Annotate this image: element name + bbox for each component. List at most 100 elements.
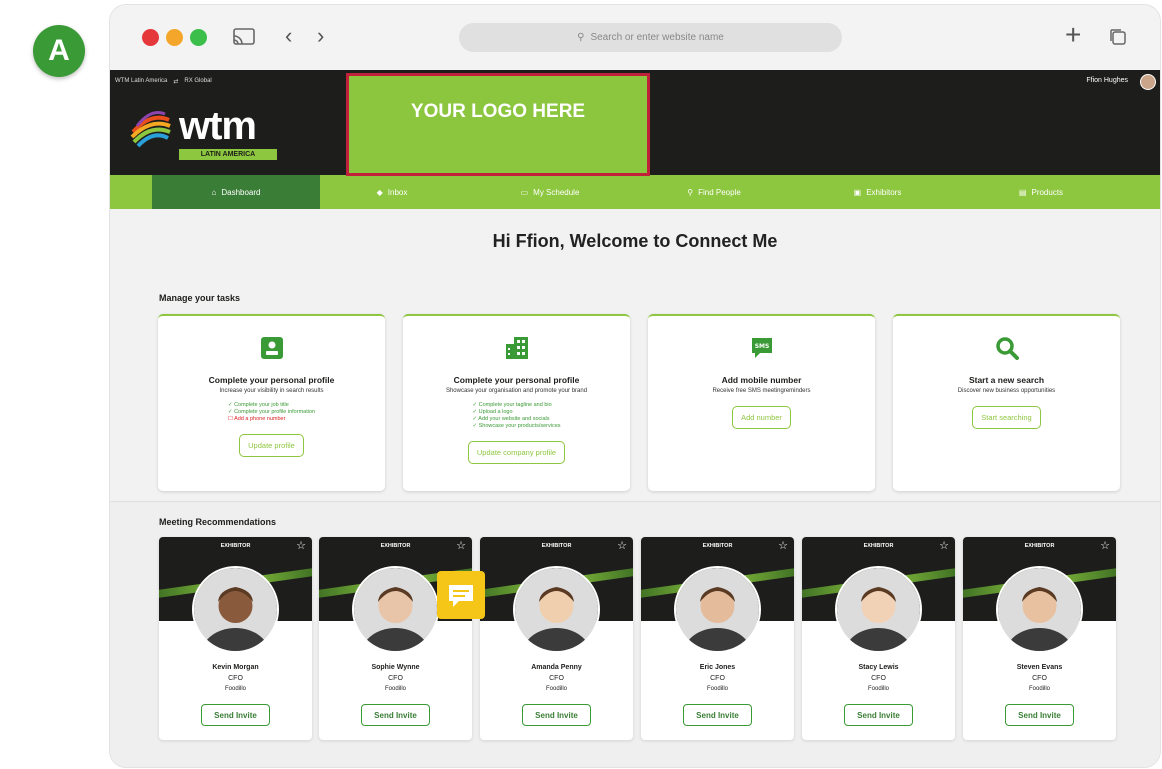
site-header: WTM Latin America ⇄ RX Global Ffion Hugh… [110, 70, 1160, 176]
nav-exhibitors[interactable]: ▣ Exhibitors [792, 175, 963, 209]
tasks-section-title: Manage your tasks [159, 293, 241, 303]
person-company: Foodillo [384, 686, 406, 692]
tabs-overview-icon[interactable] [1108, 27, 1128, 47]
nav-label: Products [1031, 187, 1064, 197]
person-card[interactable]: EXHIBITOR ☆ Amanda Penny CFO Foodillo Send In… [480, 537, 633, 740]
person-avatar-icon [837, 568, 920, 651]
person-avatar-icon [515, 568, 598, 651]
nav-inbox[interactable]: ◆ Inbox [320, 175, 464, 209]
send-invite-button[interactable]: Send Invite [1005, 704, 1074, 726]
person-photo [835, 566, 922, 653]
nav-products[interactable]: ▤ Products [963, 175, 1119, 209]
new-tab-plus-icon[interactable]: + [1065, 21, 1081, 49]
star-icon[interactable]: ☆ [296, 539, 306, 552]
send-invite-button[interactable]: Send Invite [844, 704, 913, 726]
person-role: CFO [710, 675, 725, 682]
profile-card-icon [260, 337, 283, 359]
person-card[interactable]: EXHIBITOR ☆ Kevin Morgan CFO Foodillo Send In… [159, 537, 312, 740]
search-icon: ⚲ [577, 32, 585, 43]
task-description: Receive free SMS meetingreminders [712, 388, 811, 394]
back-arrow-icon[interactable]: ‹ [285, 23, 292, 49]
person-card[interactable]: EXHIBITOR ☆ Sophie Wynne CFO Foodillo Send In… [319, 537, 472, 740]
send-invite-button[interactable]: Send Invite [201, 704, 270, 726]
person-card[interactable]: EXHIBITOR ☆ Eric Jones CFO Foodillo Send Invi… [641, 537, 794, 740]
close-window-button[interactable] [142, 29, 159, 46]
exhibitor-label: EXHIBITOR [380, 543, 411, 549]
person-role: CFO [1032, 675, 1047, 682]
magnifier-icon [995, 337, 1019, 360]
wtm-globe-icon [130, 109, 171, 148]
chat-icon: ◆ [376, 187, 383, 197]
person-name: Steven Evans [1016, 664, 1063, 671]
maximize-window-button[interactable] [190, 29, 207, 46]
person-avatar-icon [194, 568, 277, 651]
step-badge: A [33, 25, 85, 77]
nav-label: Inbox [387, 187, 408, 197]
task-description: Discover new business opportunities [957, 388, 1056, 394]
star-icon[interactable]: ☆ [939, 539, 949, 552]
person-company: Foodillo [224, 686, 246, 692]
task-card-new-search: Start a new search Discover new business… [893, 314, 1120, 491]
update-profile-button[interactable]: Update profile [239, 434, 304, 457]
star-icon[interactable]: ☆ [778, 539, 788, 552]
address-bar[interactable]: ⚲ Search or enter website name [459, 23, 842, 52]
forward-arrow-icon[interactable]: › [317, 23, 324, 49]
top-link-global[interactable]: RX Global [184, 78, 211, 85]
dashboard-content: Hi Ffion, Welcome to Connect Me Manage y… [110, 209, 1160, 767]
person-company: Foodillo [706, 686, 728, 692]
task-card-personal-profile: Complete your personal profile Increase … [158, 314, 385, 491]
wtm-logo[interactable]: wtm LATIN AMERICA [127, 104, 287, 162]
checklist-item-todo: ☐ Add a phone number [227, 416, 286, 422]
checklist-item: ✓ Upload a logo [472, 409, 513, 415]
user-avatar[interactable] [1140, 74, 1156, 90]
sms-icon: SMS [751, 338, 772, 358]
cast-icon[interactable] [232, 27, 256, 47]
logo-placeholder: YOUR LOGO HERE [346, 73, 650, 176]
exhibitor-label: EXHIBITOR [702, 543, 733, 549]
task-title: Start a new search [968, 375, 1045, 385]
add-number-button[interactable]: Add number [732, 406, 791, 429]
checklist-item: ✓ Complete your job title [227, 402, 289, 408]
send-invite-button[interactable]: Send Invite [522, 704, 591, 726]
user-name[interactable]: Ffion Hughes [1086, 77, 1128, 84]
person-photo [996, 566, 1083, 653]
checklist-item: ✓ Add your website and socials [472, 416, 550, 422]
start-searching-button[interactable]: Start searching [972, 406, 1041, 429]
update-company-profile-button[interactable]: Update company profile [467, 441, 566, 464]
task-checklist: ✓ Complete your job title ✓ Complete you… [228, 402, 315, 423]
nav-label: My Schedule [533, 187, 580, 197]
exhibitor-label: EXHIBITOR [863, 543, 894, 549]
exhibitor-label: EXHIBITOR [541, 543, 572, 549]
nav-dashboard[interactable]: ⌂ Dashboard [152, 175, 320, 209]
person-role: CFO [228, 675, 243, 682]
nav-label: Exhibitors [866, 187, 902, 197]
star-icon[interactable]: ☆ [1100, 539, 1110, 552]
nav-my-schedule[interactable]: ▭ My Schedule [464, 175, 636, 209]
star-icon[interactable]: ☆ [456, 539, 466, 552]
person-card[interactable]: EXHIBITOR ☆ Steven Evans CFO Foodillo Send In… [963, 537, 1116, 740]
nav-find-people[interactable]: ⚲ Find People [636, 175, 792, 209]
send-invite-button[interactable]: Send Invite [361, 704, 430, 726]
send-invite-button[interactable]: Send Invite [683, 704, 752, 726]
task-title: Complete your personal profile [453, 375, 580, 385]
main-nav: ⌂ Dashboard ◆ Inbox ▭ My Schedule ⚲ Find… [110, 175, 1160, 209]
chat-bubble-icon[interactable] [437, 571, 485, 619]
person-card[interactable]: EXHIBITOR ☆ Stacy Lewis CFO Foodillo Send Inv… [802, 537, 955, 740]
top-link-event[interactable]: WTM Latin America [115, 78, 167, 85]
person-name: Stacy Lewis [858, 664, 899, 671]
top-links: WTM Latin America ⇄ RX Global [115, 78, 212, 85]
nav-label: Find People [698, 187, 741, 197]
person-role: CFO [871, 675, 886, 682]
calendar-icon: ▭ [520, 187, 529, 197]
person-name: Sophie Wynne [371, 664, 420, 671]
logo-placeholder-text: YOUR LOGO HERE [410, 101, 586, 122]
search-icon: ⚲ [687, 187, 694, 197]
checklist-item: ✓ Complete your tagline and bio [472, 402, 552, 408]
exhibitor-icon: ▣ [853, 187, 862, 197]
star-icon[interactable]: ☆ [617, 539, 627, 552]
minimize-window-button[interactable] [166, 29, 183, 46]
exhibitor-label: EXHIBITOR [220, 543, 251, 549]
person-company: Foodillo [545, 686, 567, 692]
person-name: Kevin Morgan [212, 664, 259, 671]
person-photo [674, 566, 761, 653]
